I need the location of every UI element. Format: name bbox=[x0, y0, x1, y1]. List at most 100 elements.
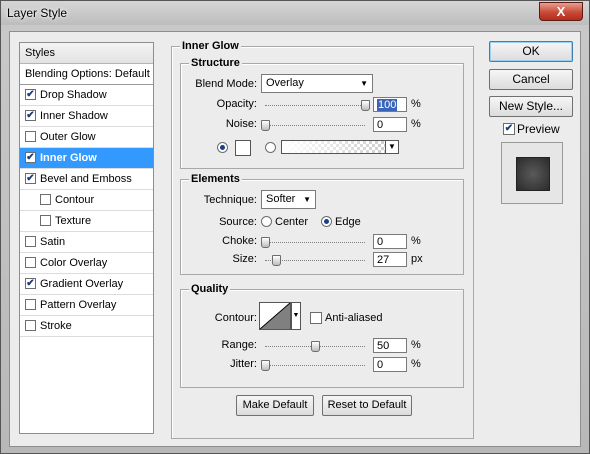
style-checkbox[interactable] bbox=[25, 235, 36, 247]
opacity-unit: % bbox=[411, 98, 421, 110]
title-bar[interactable]: Layer Style X bbox=[1, 1, 589, 25]
window-title: Layer Style bbox=[7, 6, 68, 20]
source-center-label: Center bbox=[275, 216, 309, 228]
style-item-label: Inner Shadow bbox=[40, 110, 108, 122]
opacity-slider-thumb[interactable] bbox=[361, 100, 370, 111]
source-center-radio[interactable] bbox=[261, 216, 272, 227]
opacity-slider-track[interactable] bbox=[265, 105, 365, 106]
jitter-slider-track[interactable] bbox=[265, 365, 365, 366]
style-item-bevel-and-emboss[interactable]: ✔ Bevel and Emboss bbox=[20, 169, 153, 190]
glow-color-swatch[interactable] bbox=[235, 140, 251, 156]
opacity-input[interactable]: 100 bbox=[373, 97, 407, 112]
style-checkbox[interactable] bbox=[25, 298, 36, 310]
close-button[interactable]: X bbox=[539, 2, 583, 21]
style-checkbox[interactable] bbox=[25, 256, 36, 268]
style-item-texture[interactable]: Texture bbox=[20, 211, 153, 232]
style-checkbox[interactable] bbox=[40, 193, 51, 205]
range-slider-thumb[interactable] bbox=[311, 341, 320, 352]
choke-slider-track[interactable] bbox=[265, 242, 365, 243]
style-item-drop-shadow[interactable]: ✔ Drop Shadow bbox=[20, 85, 153, 106]
noise-unit: % bbox=[411, 118, 421, 130]
style-item-inner-shadow[interactable]: ✔ Inner Shadow bbox=[20, 106, 153, 127]
elements-title: Elements bbox=[189, 173, 242, 185]
noise-slider-track[interactable] bbox=[265, 125, 365, 126]
style-preview bbox=[501, 142, 563, 204]
style-item-color-overlay[interactable]: Color Overlay bbox=[20, 253, 153, 274]
style-item-label: Blending Options: Default bbox=[25, 68, 150, 80]
choke-input[interactable]: 0 bbox=[373, 234, 407, 249]
source-edge-label: Edge bbox=[335, 216, 361, 228]
style-checkbox[interactable]: ✔ bbox=[25, 172, 36, 184]
size-label: Size: bbox=[232, 253, 257, 265]
range-input[interactable]: 50 bbox=[373, 338, 407, 353]
close-icon: X bbox=[556, 4, 566, 19]
style-item-label: Satin bbox=[40, 236, 66, 248]
ok-button[interactable]: OK bbox=[489, 41, 573, 62]
style-item-blending-options-default[interactable]: Blending Options: Default bbox=[20, 64, 153, 85]
style-checkbox[interactable] bbox=[25, 130, 36, 142]
style-item-label: Drop Shadow bbox=[40, 89, 107, 101]
style-item-pattern-overlay[interactable]: Pattern Overlay bbox=[20, 295, 153, 316]
styles-list: Styles Blending Options: Default ✔ Drop Sh… bbox=[19, 42, 154, 434]
chevron-down-icon: ▼ bbox=[292, 312, 300, 319]
size-input[interactable]: 27 bbox=[373, 252, 407, 267]
blend-mode-select[interactable]: Overlay ▼ bbox=[261, 74, 373, 93]
style-checkbox[interactable] bbox=[25, 319, 36, 331]
gradient-dropdown-button[interactable]: ▼ bbox=[385, 140, 399, 154]
contour-dropdown-button[interactable]: ▼ bbox=[291, 302, 301, 330]
source-edge-radio[interactable] bbox=[321, 216, 332, 227]
preview-swatch bbox=[516, 157, 550, 191]
preview-checkbox[interactable]: ✔ bbox=[503, 123, 515, 135]
style-item-outer-glow[interactable]: Outer Glow bbox=[20, 127, 153, 148]
glow-gradient-swatch[interactable] bbox=[281, 140, 399, 154]
contour-preview[interactable] bbox=[259, 302, 291, 330]
opacity-label: Opacity: bbox=[216, 98, 257, 110]
source-label: Source: bbox=[219, 216, 257, 228]
chevron-down-icon: ▼ bbox=[303, 195, 311, 204]
layer-style-dialog: Layer Style X Styles Blending Options: D… bbox=[0, 0, 590, 454]
color-radio[interactable] bbox=[217, 142, 228, 153]
choke-unit: % bbox=[411, 235, 421, 247]
new-style-button[interactable]: New Style... bbox=[489, 96, 573, 117]
choke-slider-thumb[interactable] bbox=[261, 237, 270, 248]
size-unit: px bbox=[411, 253, 423, 265]
contour-curve-icon bbox=[259, 302, 291, 330]
blend-mode-label: Blend Mode: bbox=[195, 78, 257, 90]
noise-slider-thumb[interactable] bbox=[261, 120, 270, 131]
size-slider-thumb[interactable] bbox=[271, 255, 281, 266]
dialog-client: Styles Blending Options: Default ✔ Drop Sh… bbox=[9, 31, 581, 447]
style-item-label: Outer Glow bbox=[40, 131, 96, 143]
style-item-satin[interactable]: Satin bbox=[20, 232, 153, 253]
styles-list-header[interactable]: Styles bbox=[20, 43, 153, 64]
style-checkbox[interactable] bbox=[40, 214, 51, 226]
style-item-gradient-overlay[interactable]: ✔ Gradient Overlay bbox=[20, 274, 153, 295]
style-item-stroke[interactable]: Stroke bbox=[20, 316, 153, 337]
style-item-contour[interactable]: Contour bbox=[20, 190, 153, 211]
preview-label: Preview bbox=[517, 122, 560, 136]
technique-label: Technique: bbox=[203, 194, 257, 206]
range-label: Range: bbox=[221, 339, 257, 351]
chevron-down-icon: ▼ bbox=[388, 142, 396, 151]
choke-label: Choke: bbox=[222, 235, 257, 247]
structure-title: Structure bbox=[189, 57, 242, 69]
gradient-radio[interactable] bbox=[265, 142, 276, 153]
style-item-label: Bevel and Emboss bbox=[40, 173, 132, 185]
style-checkbox[interactable]: ✔ bbox=[25, 88, 36, 100]
jitter-slider-thumb[interactable] bbox=[261, 360, 270, 371]
anti-aliased-checkbox[interactable] bbox=[310, 312, 322, 324]
reset-to-default-button[interactable]: Reset to Default bbox=[322, 395, 412, 416]
cancel-button[interactable]: Cancel bbox=[489, 69, 573, 90]
style-checkbox[interactable]: ✔ bbox=[25, 277, 36, 289]
technique-select[interactable]: Softer ▼ bbox=[261, 190, 316, 209]
technique-value: Softer bbox=[266, 193, 296, 205]
quality-title: Quality bbox=[189, 283, 231, 295]
blend-mode-value: Overlay bbox=[266, 77, 304, 89]
chevron-down-icon: ▼ bbox=[360, 79, 368, 88]
style-checkbox[interactable]: ✔ bbox=[25, 151, 36, 163]
make-default-button[interactable]: Make Default bbox=[236, 395, 314, 416]
style-checkbox[interactable]: ✔ bbox=[25, 109, 36, 121]
noise-input[interactable]: 0 bbox=[373, 117, 407, 132]
jitter-input[interactable]: 0 bbox=[373, 357, 407, 372]
style-item-inner-glow[interactable]: ✔ Inner Glow bbox=[20, 148, 153, 169]
contour-label: Contour: bbox=[214, 312, 257, 324]
